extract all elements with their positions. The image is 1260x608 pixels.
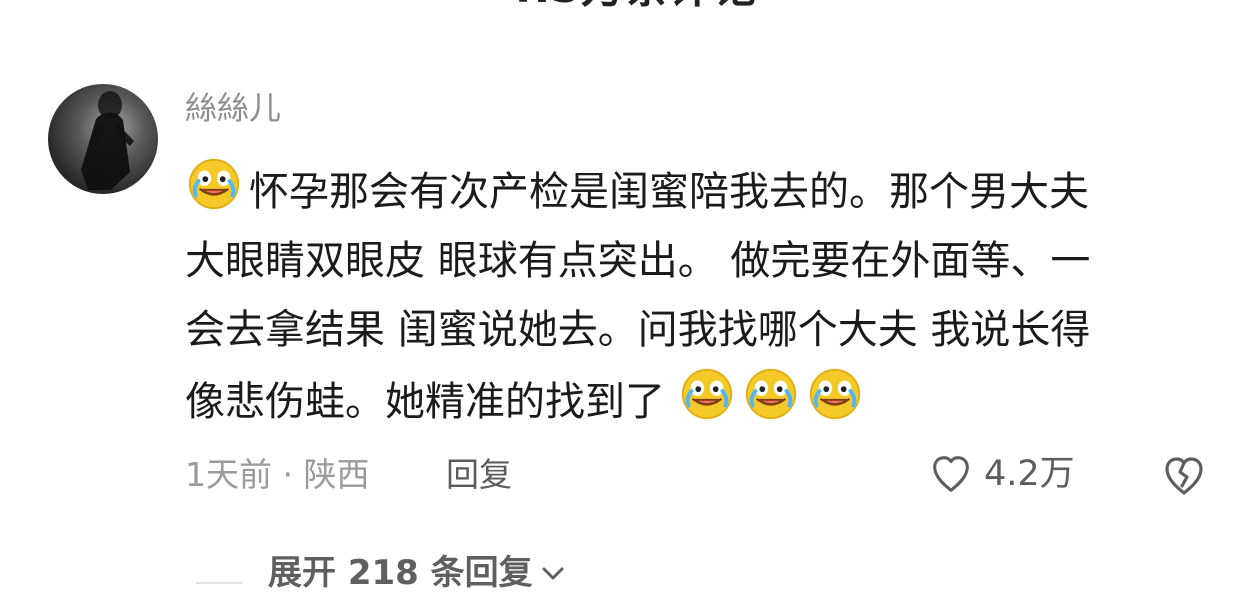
avatar-silhouette-icon (81, 91, 134, 190)
like-button[interactable]: 4.2万 (928, 451, 1075, 497)
comment-text: 怀孕那会有次产检是闺蜜陪我去的。那个男大夫 大眼睛双眼皮 眼球有点突出。 做完要… (185, 155, 1225, 437)
username[interactable]: 絲絲儿 (185, 92, 281, 124)
expand-replies-button[interactable]: 展开 218 条回复 (268, 556, 569, 590)
comment-line-2: 大眼睛双眼皮 眼球有点突出。 做完要在外面等、一 (185, 238, 1091, 284)
comment-time-location: 1天前 · 陕西 (185, 455, 370, 494)
laughing-tears-emoji-icon (681, 368, 732, 420)
comment-line-3: 会去拿结果 闺蜜说她去。问我找哪个大夫 我说长得 (185, 307, 1091, 353)
laughing-tears-emoji-icon (745, 368, 796, 420)
comment-line-1-text: 怀孕那会有次产检是闺蜜陪我去的。那个男大夫 (249, 169, 1089, 215)
comment-line-4: 像悲伤蛙。她精准的找到了 (185, 365, 1225, 437)
comment-line-4-text: 像悲伤蛙。她精准的找到了 (185, 379, 665, 425)
laughing-tears-emoji-icon (188, 158, 240, 210)
broken-heart-icon[interactable] (1160, 452, 1208, 500)
expand-replies-label: 展开 218 条回复 (268, 553, 533, 593)
reply-button[interactable]: 回复 (446, 458, 512, 491)
avatar[interactable] (48, 84, 158, 194)
reply-divider-line (196, 582, 242, 584)
laughing-tears-emoji-icon (809, 368, 860, 420)
heart-outline-icon (933, 456, 969, 492)
chevron-down-icon (542, 567, 564, 580)
like-count: 4.2万 (984, 453, 1075, 494)
page-title: 4.5万条评论 (0, 0, 1260, 10)
comment-line-1: 怀孕那会有次产检是闺蜜陪我去的。那个男大夫 (185, 155, 1225, 227)
